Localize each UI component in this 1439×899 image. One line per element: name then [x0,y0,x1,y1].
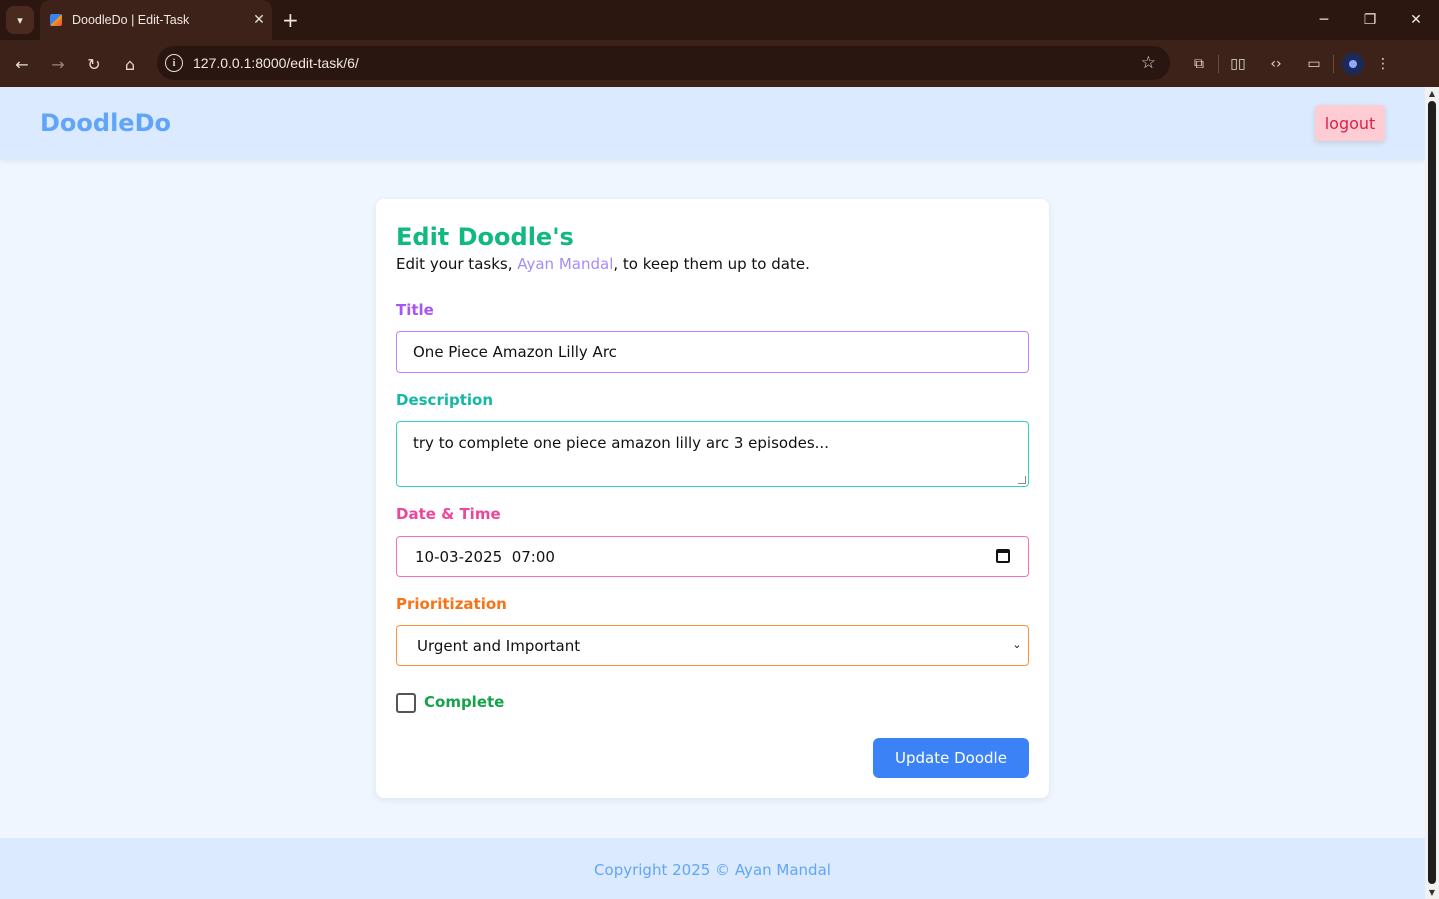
priority-select[interactable]: Urgent and Important ⌄ [396,625,1029,666]
reload-icon[interactable]: ↻ [80,50,108,78]
tab-search-button[interactable]: ▾ [6,6,34,34]
devtools-icon[interactable]: ‹› [1257,50,1295,78]
scroll-down-icon[interactable]: ▼ [1427,888,1437,897]
restore-button[interactable]: ❐ [1347,0,1393,40]
edit-task-card: Edit Doodle's Edit your tasks, Ayan Mand… [376,199,1049,798]
scroll-up-icon[interactable]: ▲ [1427,89,1437,98]
title-label: Title [396,301,434,319]
close-tab-icon[interactable]: ✕ [246,12,272,28]
menu-kebab-icon[interactable]: ⋮ [1372,50,1394,78]
device-toolbar-icon[interactable]: ▭ [1295,50,1333,78]
priority-label: Prioritization [396,595,507,613]
favicon-icon [50,14,62,26]
toolbar-icons: ⧉ ▯▯ ‹› ▭ ⋮ [1180,50,1394,78]
resize-handle-icon[interactable] [1018,476,1026,484]
priority-selected-value: Urgent and Important [417,636,581,655]
forward-arrow-icon[interactable]: → [44,50,72,78]
chevron-down-icon[interactable]: ⌄ [1010,638,1024,652]
description-textarea[interactable]: try to complete one piece amazon lilly a… [396,421,1029,487]
site-info-icon[interactable]: i [165,54,183,72]
tab-title: DoodleDo | Edit-Task [72,13,190,27]
scroll-thumb[interactable] [1428,101,1436,884]
datetime-value: 10-03-2025 07:00 [415,547,555,566]
page-title: Edit Doodle's [396,223,574,251]
site-footer: Copyright 2025 © Ayan Mandal [0,838,1425,899]
page-viewport: DoodleDo logout Edit Doodle's Edit your … [0,87,1425,899]
datetime-input[interactable]: 10-03-2025 07:00 [396,536,1029,577]
page-scrollbar[interactable]: ▲ ▼ [1425,87,1439,899]
bookmark-star-icon[interactable]: ☆ [1141,53,1156,73]
home-icon[interactable]: ⌂ [116,50,144,78]
description-label: Description [396,391,494,409]
close-window-button[interactable]: ✕ [1393,0,1439,40]
browser-tab[interactable]: DoodleDo | Edit-Task ✕ [40,0,272,40]
toolbar-divider [1333,55,1334,73]
browser-tab-bar: ▾ DoodleDo | Edit-Task ✕ + ─ ❐ ✕ [0,0,1439,40]
complete-label[interactable]: Complete [424,693,504,711]
complete-checkbox[interactable] [396,693,416,713]
url-text[interactable]: 127.0.0.1:8000/edit-task/6/ [193,55,1141,71]
window-controls: ─ ❐ ✕ [1301,0,1439,40]
user-name: Ayan Mandal [517,255,614,273]
subtitle-suffix: , to keep them up to date. [613,255,810,273]
avatar-dot [1349,60,1357,68]
reading-mode-icon[interactable]: ▯▯ [1219,50,1257,78]
page-subtitle: Edit your tasks, Ayan Mandal, to keep th… [396,255,810,273]
address-bar[interactable]: i 127.0.0.1:8000/edit-task/6/ ☆ [157,46,1170,80]
calendar-icon[interactable] [996,549,1010,563]
title-input-value: One Piece Amazon Lilly Arc [413,343,617,361]
description-value: try to complete one piece amazon lilly a… [413,434,829,452]
browser-toolbar: ← → ↻ ⌂ i 127.0.0.1:8000/edit-task/6/ ☆ … [0,40,1439,87]
title-input[interactable]: One Piece Amazon Lilly Arc [396,331,1029,373]
site-navbar: DoodleDo logout [0,87,1425,159]
logout-button[interactable]: logout [1315,105,1385,141]
update-doodle-button[interactable]: Update Doodle [873,738,1029,778]
brand-logo[interactable]: DoodleDo [40,109,171,137]
new-tab-button[interactable]: + [282,8,299,32]
subtitle-prefix: Edit your tasks, [396,255,518,273]
minimize-button[interactable]: ─ [1301,0,1347,40]
back-arrow-icon[interactable]: ← [8,50,36,78]
copyright-text: Copyright 2025 © Ayan Mandal [594,861,831,879]
extensions-icon[interactable]: ⧉ [1180,50,1218,78]
datetime-label: Date & Time [396,505,501,523]
profile-avatar-icon[interactable] [1342,53,1364,75]
